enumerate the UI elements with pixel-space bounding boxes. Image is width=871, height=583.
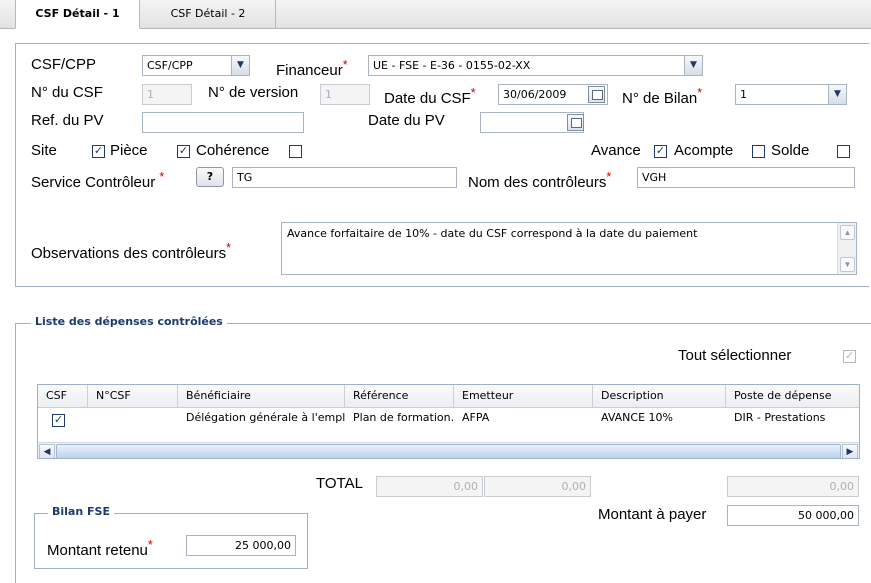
- num-bilan-value: 1: [740, 88, 747, 101]
- nom-controleurs-label: Nom des contrôleurs*: [468, 170, 612, 191]
- chevron-down-icon[interactable]: ▼: [828, 85, 846, 104]
- column-header[interactable]: CSF: [38, 385, 88, 407]
- num-version-label: N° de version: [208, 84, 299, 101]
- tab-csf-detail-1[interactable]: CSF Détail - 1: [15, 0, 140, 29]
- scroll-down-icon[interactable]: ▼: [840, 257, 855, 272]
- row-description: AVANCE 10%: [601, 411, 673, 424]
- observations-textarea[interactable]: Avance forfaitaire de 10% - date du CSF …: [281, 222, 857, 275]
- total-field-3: 0,00: [727, 476, 859, 497]
- num-bilan-select[interactable]: 1 ▼: [735, 84, 847, 105]
- row-reference: Plan de formation...: [353, 411, 454, 424]
- montant-payer-label: Montant à payer: [598, 506, 707, 523]
- num-csf-field[interactable]: 1: [142, 84, 192, 105]
- coherence-label: Cohérence: [196, 142, 270, 159]
- date-pv-label: Date du PV: [368, 112, 445, 129]
- avance-label: Avance: [591, 142, 641, 159]
- calendar-icon[interactable]: [588, 86, 605, 103]
- column-header[interactable]: Poste de dépense: [726, 385, 859, 407]
- acompte-label: Acompte: [674, 142, 734, 159]
- column-header[interactable]: Bénéficiaire: [178, 385, 345, 407]
- total-field-2: 0,00: [484, 476, 591, 497]
- num-csf-label: N° du CSF: [31, 84, 103, 101]
- solde-checkbox[interactable]: [837, 145, 850, 158]
- scroll-thumb[interactable]: [56, 444, 841, 458]
- depenses-grid: CSF N°CSF Bénéficiaire Référence Emetteu…: [37, 384, 860, 459]
- tab-csf-detail-2[interactable]: CSF Détail - 2: [141, 0, 276, 28]
- avance-checkbox[interactable]: ✓: [654, 145, 667, 158]
- date-csf-value: 30/06/2009: [503, 88, 567, 101]
- row-csf-checkbox[interactable]: ✓: [52, 414, 65, 427]
- column-header[interactable]: Emetteur: [454, 385, 593, 407]
- scroll-right-icon[interactable]: ▶: [842, 444, 858, 458]
- num-bilan-label: N° de Bilan*: [622, 86, 703, 107]
- site-label: Site: [31, 142, 57, 159]
- financeur-label: Financeur*: [276, 58, 348, 79]
- observations-value: Avance forfaitaire de 10% - date du CSF …: [287, 227, 698, 240]
- tab-bar: CSF Détail - 1 CSF Détail - 2: [0, 0, 871, 29]
- coherence-checkbox[interactable]: [289, 145, 302, 158]
- montant-retenu-field[interactable]: 25 000,00: [186, 535, 296, 556]
- column-header[interactable]: Référence: [345, 385, 454, 407]
- total-label: TOTAL: [316, 475, 363, 492]
- row-beneficiaire: Délégation générale à l'empl...: [186, 411, 345, 424]
- service-controleur-field[interactable]: TG: [232, 167, 457, 188]
- nom-controleurs-field[interactable]: VGH: [637, 167, 855, 188]
- scroll-up-icon[interactable]: ▲: [840, 225, 855, 240]
- column-header[interactable]: Description: [593, 385, 726, 407]
- service-help-button[interactable]: ?: [196, 167, 224, 187]
- financeur-select[interactable]: UE - FSE - E-36 - 0155-02-XX ▼: [368, 55, 703, 76]
- row-poste: DIR - Prestations: [734, 411, 826, 424]
- row-num-csf: [88, 408, 178, 428]
- total-field-1: 0,00: [376, 476, 483, 497]
- observations-label: Observations des contrôleurs*: [31, 241, 231, 262]
- site-checkbox[interactable]: ✓: [92, 145, 105, 158]
- select-all-checkbox[interactable]: ✓: [843, 350, 856, 363]
- bilan-legend: Bilan FSE: [48, 505, 114, 518]
- csf-cpp-value: CSF/CPP: [147, 59, 193, 72]
- column-header[interactable]: N°CSF: [88, 385, 178, 407]
- select-all-label: Tout sélectionner: [678, 347, 792, 364]
- acompte-checkbox[interactable]: [752, 145, 765, 158]
- financeur-value: UE - FSE - E-36 - 0155-02-XX: [373, 59, 531, 72]
- piece-checkbox[interactable]: ✓: [177, 145, 190, 158]
- num-version-field[interactable]: 1: [320, 84, 370, 105]
- csf-cpp-select[interactable]: CSF/CPP ▼: [142, 55, 250, 76]
- depenses-legend: Liste des dépenses contrôlées: [31, 315, 227, 328]
- scroll-left-icon[interactable]: ◀: [39, 444, 55, 458]
- piece-label: Pièce: [110, 142, 148, 159]
- observations-scrollbar[interactable]: ▲ ▼: [837, 223, 856, 274]
- solde-label: Solde: [771, 142, 810, 159]
- ref-pv-field[interactable]: [142, 112, 304, 133]
- ref-pv-label: Ref. du PV: [31, 112, 104, 129]
- chevron-down-icon[interactable]: ▼: [231, 56, 249, 75]
- chevron-down-icon[interactable]: ▼: [684, 56, 702, 75]
- montant-retenu-label: Montant retenu*: [47, 538, 153, 559]
- montant-payer-field[interactable]: 50 000,00: [727, 505, 859, 526]
- row-emetteur: AFPA: [462, 411, 490, 424]
- service-controleur-label: Service Contrôleur *: [31, 170, 165, 191]
- grid-horizontal-scrollbar[interactable]: ◀ ▶: [38, 442, 859, 458]
- date-csf-label: Date du CSF*: [384, 86, 476, 107]
- csf-cpp-label: CSF/CPP: [31, 56, 97, 73]
- calendar-icon[interactable]: [567, 114, 584, 131]
